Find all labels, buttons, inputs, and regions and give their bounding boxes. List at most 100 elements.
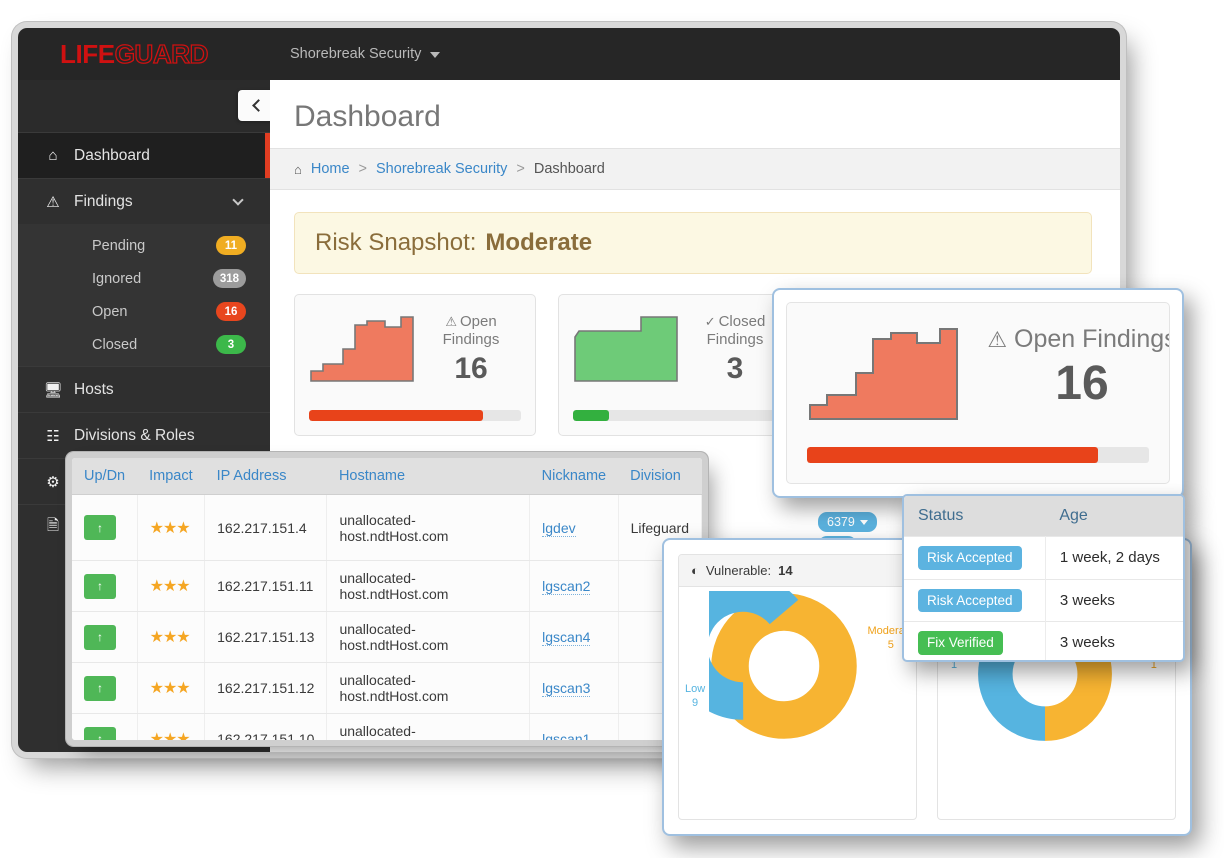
document-icon: 🗎 — [46, 517, 60, 534]
progress-bar-zoom — [807, 447, 1149, 463]
impact-stars: ★★★ — [149, 578, 191, 595]
status-up-button[interactable]: ↑ — [84, 573, 116, 599]
cell-updn: ↑ — [72, 713, 138, 740]
stat-card-open-text: ⚠ Open Findings 16 — [423, 313, 519, 386]
status-up-button[interactable]: ↑ — [84, 675, 116, 701]
breadcrumb-link-org[interactable]: Shorebreak Security — [376, 161, 507, 177]
port-badge[interactable]: 6379 — [818, 512, 877, 532]
breadcrumb-separator: > — [516, 161, 525, 177]
screenshot-stage: LIFEGUARD Shorebreak Security ⌂ Dashboar… — [0, 0, 1224, 858]
cell-updn: ↑ — [72, 494, 138, 561]
sidebar-item-divisions-roles[interactable]: ☷ Divisions & Roles — [18, 412, 270, 458]
donut-panel-vulnerable: ◐ Vulnerable: 14 Low 9 Moderate 5 — [678, 554, 917, 820]
sidebar-item-label: Findings — [74, 192, 133, 210]
impact-stars: ★★★ — [149, 731, 191, 740]
cell-hostname: unallocated-host.ndtHost.com — [326, 713, 531, 740]
zoom-stat-card[interactable]: ⚠ Open Findings 16 — [786, 302, 1170, 484]
zoom-card-value: 16 — [1055, 357, 1109, 410]
nickname-link[interactable]: lgdev — [542, 519, 576, 537]
nickname-link[interactable]: lgscan2 — [542, 578, 591, 595]
sidebar-subitem-pending[interactable]: Pending 11 — [18, 229, 270, 262]
cell-age: 1 week, 2 days — [1045, 536, 1183, 579]
column-header-hostname[interactable]: Hostname — [326, 458, 530, 495]
warning-icon: ⚠ — [987, 327, 1008, 352]
cell-ip[interactable]: 162.217.151.13 — [204, 611, 328, 663]
donut-label-low-1: Low 9 — [685, 683, 705, 711]
cell-hostname: unallocated-host.ndtHost.com — [326, 611, 531, 663]
app-logo[interactable]: LIFEGUARD — [18, 39, 270, 69]
stat-card-label: ⚠ Open Findings — [423, 313, 519, 348]
cell-ip[interactable]: 162.217.151.10 — [204, 713, 328, 740]
stat-card-closed-findings[interactable]: ✓ Closed Findings 3 — [558, 294, 800, 436]
cell-ip[interactable]: 162.217.151.11 — [204, 560, 328, 612]
sidebar-subitem-open[interactable]: Open 16 — [18, 295, 270, 328]
table-row[interactable]: Risk Accepted 1 week, 2 days — [904, 536, 1183, 579]
column-header-nickname[interactable]: Nickname — [529, 458, 619, 495]
cell-hostname: unallocated-host.ndtHost.com — [326, 560, 531, 612]
column-header-impact[interactable]: Impact — [137, 458, 205, 495]
breadcrumb-separator: > — [358, 161, 368, 177]
cell-impact: ★★★ — [137, 662, 206, 714]
donut-svg-1 — [709, 591, 857, 739]
donut-title-count: 14 — [778, 563, 793, 578]
chevron-down-icon — [430, 52, 441, 58]
hosts-table: Up/Dn Impact IP Address Hostname Nicknam… — [72, 458, 702, 740]
sidebar-subitem-closed[interactable]: Closed 3 — [18, 328, 270, 361]
table-row[interactable]: ↑ ★★★ 162.217.151.11 unallocated-host.nd… — [72, 560, 702, 612]
column-header-division[interactable]: Division — [618, 458, 702, 495]
table-row[interactable]: Fix Verified 3 weeks — [904, 621, 1183, 660]
cell-ip[interactable]: 162.217.151.12 — [204, 662, 328, 714]
status-badge: Fix Verified — [918, 631, 1003, 655]
sidebar-item-dashboard[interactable]: ⌂ Dashboard — [18, 132, 270, 178]
status-up-button[interactable]: ↑ — [84, 515, 116, 540]
port-badge-label: 6379 — [827, 515, 855, 529]
cell-impact: ★★★ — [137, 713, 206, 740]
sidebar-item-hosts[interactable]: 🖥 Hosts — [18, 366, 270, 412]
column-header-status[interactable]: Status — [904, 496, 1046, 537]
cell-ip[interactable]: 162.217.151.4 — [204, 494, 328, 561]
sidebar-item-label: Hosts — [74, 380, 114, 398]
cell-status: Risk Accepted — [904, 578, 1046, 622]
donut-label-value: 5 — [887, 638, 894, 651]
chevron-down-icon — [859, 519, 868, 525]
stat-card-value: 16 — [454, 352, 488, 386]
breadcrumb-link-home[interactable]: Home — [311, 161, 350, 177]
sparkline-chart-open — [310, 316, 414, 382]
sidebar-subitem-ignored[interactable]: Ignored 318 — [18, 262, 270, 295]
column-header-ip[interactable]: IP Address — [204, 458, 327, 495]
stat-card-open-findings[interactable]: ⚠ Open Findings 16 — [294, 294, 536, 436]
progress-bar-closed — [573, 410, 785, 421]
stat-label-line2: Findings — [442, 330, 500, 348]
nickname-link[interactable]: lgscan3 — [542, 680, 591, 697]
findings-submenu: Pending 11 Ignored 318 Open 16 Closed 3 — [18, 224, 270, 366]
column-header-updn[interactable]: Up/Dn — [72, 458, 138, 495]
table-row[interactable]: ↑ ★★★ 162.217.151.12 unallocated-host.nd… — [72, 662, 702, 714]
cell-nickname: lgscan3 — [529, 662, 619, 714]
nickname-link[interactable]: lgscan4 — [542, 629, 591, 646]
risk-snapshot-banner: Risk Snapshot: Moderate — [294, 212, 1092, 274]
status-up-button[interactable]: ↑ — [84, 624, 116, 650]
table-row[interactable]: ↑ ★★★ 162.217.151.10 unallocated-host.nd… — [72, 713, 702, 740]
sidebar-collapse-row — [18, 80, 276, 132]
logo-text-guard: GUARD — [114, 39, 209, 69]
status-up-button[interactable]: ↑ — [84, 726, 116, 740]
chevron-left-icon — [252, 99, 265, 112]
sparkline-chart-closed — [574, 316, 678, 382]
status-badge: Risk Accepted — [918, 588, 1022, 612]
stat-label-line2: Findings — [706, 330, 764, 348]
cell-age: 3 weeks — [1045, 621, 1183, 660]
logo-text-life: LIFE — [60, 39, 115, 69]
chevron-down-icon — [232, 193, 244, 206]
check-icon: ✓ — [704, 314, 716, 329]
donut-chart-1: Low 9 Moderate 5 — [679, 587, 916, 819]
sitemap-icon: ☷ — [46, 427, 60, 445]
organization-selector[interactable]: Shorebreak Security — [290, 46, 441, 62]
table-row[interactable]: Risk Accepted 3 weeks — [904, 578, 1183, 622]
sidebar-item-findings[interactable]: ⚠ Findings — [18, 178, 270, 224]
table-row[interactable]: ↑ ★★★ 162.217.151.4 unallocated-host.ndt… — [72, 494, 702, 561]
cell-status: Risk Accepted — [904, 536, 1046, 579]
warning-icon: ⚠ — [46, 193, 60, 211]
column-header-age[interactable]: Age — [1045, 496, 1183, 537]
nickname-link[interactable]: lgscan1 — [542, 731, 591, 740]
table-row[interactable]: ↑ ★★★ 162.217.151.13 unallocated-host.nd… — [72, 611, 702, 663]
